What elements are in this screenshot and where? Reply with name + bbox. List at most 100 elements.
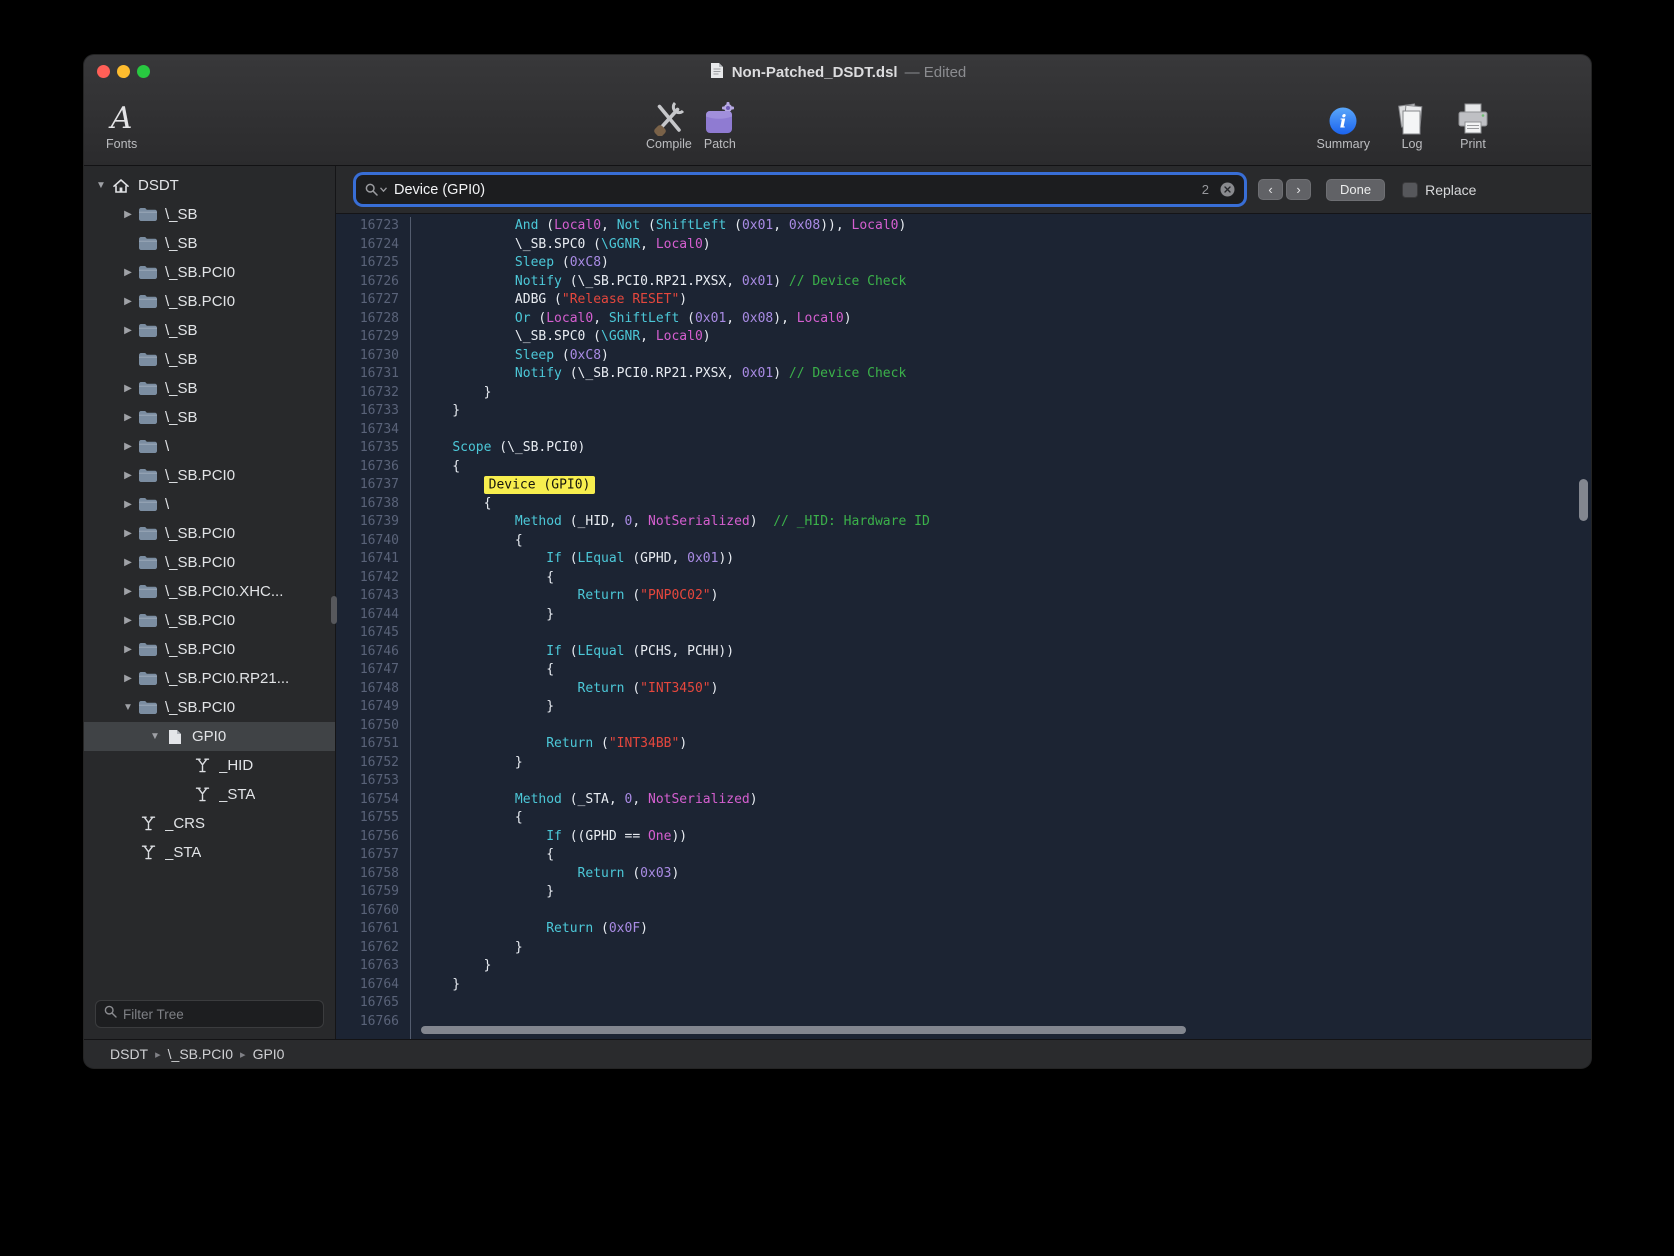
- breadcrumb-item-sbpci0[interactable]: \_SB.PCI0: [168, 1046, 233, 1062]
- tree-item-sbpci0[interactable]: ▶\_SB.PCI0: [84, 461, 335, 490]
- code-token: ),: [773, 311, 796, 326]
- code-token: [421, 866, 578, 881]
- disclosure-closed-icon[interactable]: ▶: [119, 325, 137, 336]
- breadcrumb-item-gpi0[interactable]: GPI0: [253, 1046, 285, 1062]
- tree-item-label: _STA: [165, 844, 201, 861]
- tree-item-sb[interactable]: ▶\_SB: [84, 374, 335, 403]
- disclosure-open-icon[interactable]: ▼: [92, 180, 110, 191]
- titlebar[interactable]: Non-Patched_DSDT.dsl — Edited: [84, 55, 1591, 89]
- tree-item-sb[interactable]: ▶\_SB: [84, 316, 335, 345]
- code-line-16753: [421, 772, 1591, 791]
- clear-search-button[interactable]: [1220, 182, 1235, 197]
- print-button[interactable]: Print: [1454, 96, 1492, 151]
- replace-checkbox[interactable]: [1402, 182, 1418, 198]
- tree-item-sbpci0[interactable]: ▶\_SB.PCI0: [84, 635, 335, 664]
- find-input[interactable]: Device (GPI0) 2: [356, 175, 1244, 204]
- disclosure-closed-icon[interactable]: ▶: [119, 383, 137, 394]
- toolbar-item-label: Compile: [646, 137, 692, 151]
- done-button[interactable]: Done: [1326, 179, 1385, 201]
- tree-item-sb[interactable]: ▶\_SB: [84, 200, 335, 229]
- tree-item-dsdt[interactable]: ▼DSDT: [84, 171, 335, 200]
- tree-item-[interactable]: ▶\: [84, 490, 335, 519]
- code-token: (_STA,: [562, 792, 625, 807]
- code-line-16736: {: [421, 458, 1591, 477]
- line-number: 16740: [336, 532, 399, 551]
- tree-item-sta[interactable]: _STA: [84, 838, 335, 867]
- horizontal-scrollbar-thumb[interactable]: [421, 1026, 1186, 1034]
- tree-item-sbpci0[interactable]: ▼ \_SB.PCI0: [84, 693, 335, 722]
- disclosure-closed-icon[interactable]: ▶: [119, 586, 137, 597]
- tree-item-sbpci0[interactable]: ▶\_SB.PCI0: [84, 287, 335, 316]
- zoom-window-button[interactable]: [137, 65, 150, 78]
- code-token: \_SB.SPC0 (: [421, 237, 601, 252]
- tree-item-sb[interactable]: \_SB: [84, 345, 335, 374]
- disclosure-closed-icon[interactable]: ▶: [119, 615, 137, 626]
- disclosure-closed-icon[interactable]: ▶: [119, 644, 137, 655]
- code-token: (\_SB.PCI0): [491, 440, 585, 455]
- summary-button[interactable]: i Summary: [1317, 96, 1370, 151]
- code-token: 0x08: [742, 311, 773, 326]
- tree-item-crs[interactable]: _CRS: [84, 809, 335, 838]
- tree-item-label: \_SB.PCI0: [165, 699, 235, 716]
- replace-label: Replace: [1425, 182, 1476, 198]
- tree-item-label: \_SB.PCI0: [165, 264, 235, 281]
- disclosure-closed-icon[interactable]: ▶: [119, 528, 137, 539]
- disclosure-closed-icon[interactable]: ▶: [119, 209, 137, 220]
- tree-item-sb[interactable]: ▶\_SB: [84, 403, 335, 432]
- code-editor[interactable]: 1672316724167251672616727167281672916730…: [336, 214, 1591, 1039]
- code-token: (: [625, 588, 641, 603]
- method-icon: [137, 816, 159, 831]
- tree-item-[interactable]: ▶\: [84, 432, 335, 461]
- tree-item-sbpci0[interactable]: ▶ \_SB.PCI0: [84, 258, 335, 287]
- disclosure-closed-icon[interactable]: ▶: [119, 412, 137, 423]
- tree-item-hid[interactable]: _HID: [84, 751, 335, 780]
- code-token: [421, 551, 546, 566]
- disclosure-closed-icon[interactable]: ▶: [119, 470, 137, 481]
- code-token: )): [718, 551, 734, 566]
- disclosure-closed-icon[interactable]: ▶: [119, 296, 137, 307]
- code-content[interactable]: And (Local0, Not (ShiftLeft (0x01, 0x08)…: [411, 217, 1591, 1039]
- tree-item-sbpci0[interactable]: ▶\_SB.PCI0: [84, 548, 335, 577]
- patch-button[interactable]: Patch: [702, 96, 738, 151]
- find-previous-button[interactable]: ‹: [1258, 179, 1283, 200]
- toolbar-item-label: Patch: [704, 137, 736, 151]
- code-line-16756: If ((GPHD == One)): [421, 828, 1591, 847]
- find-next-button[interactable]: ›: [1286, 179, 1311, 200]
- tree-item-sbpci0[interactable]: ▶\_SB.PCI0: [84, 519, 335, 548]
- tree-item-sta[interactable]: _STA: [84, 780, 335, 809]
- tree-item-label: \_SB.PCI0: [165, 612, 235, 629]
- document-proxy-icon[interactable]: [709, 62, 725, 83]
- search-menu-icon[interactable]: [365, 183, 387, 196]
- tree-item-sbpci0xhc[interactable]: ▶\_SB.PCI0.XHC...: [84, 577, 335, 606]
- compile-button[interactable]: Compile: [646, 96, 692, 151]
- code-line-16737: Device (GPI0): [421, 476, 1591, 495]
- code-token: (: [562, 551, 578, 566]
- close-window-button[interactable]: [97, 65, 110, 78]
- disclosure-open-icon[interactable]: ▼: [146, 731, 164, 742]
- vertical-scrollbar-thumb[interactable]: [1579, 479, 1588, 521]
- disclosure-closed-icon[interactable]: ▶: [119, 673, 137, 684]
- disclosure-closed-icon[interactable]: ▶: [119, 441, 137, 452]
- search-icon: [104, 1005, 117, 1023]
- disclosure-open-icon[interactable]: ▼: [119, 702, 137, 713]
- filter-tree-input[interactable]: Filter Tree: [95, 1000, 324, 1028]
- line-number: 16766: [336, 1013, 399, 1032]
- tree-item-sbpci0rp21[interactable]: ▶\_SB.PCI0.RP21...: [84, 664, 335, 693]
- code-token: (: [538, 218, 554, 233]
- disclosure-closed-icon[interactable]: ▶: [119, 499, 137, 510]
- breadcrumb-item-dsdt[interactable]: DSDT: [110, 1046, 148, 1062]
- code-token: Local0: [852, 218, 899, 233]
- fonts-button[interactable]: A Fonts: [106, 96, 137, 151]
- log-button[interactable]: Log: [1392, 96, 1432, 151]
- sidebar-splitter-handle[interactable]: [331, 596, 337, 624]
- code-line-16759: }: [421, 883, 1591, 902]
- minimize-window-button[interactable]: [117, 65, 130, 78]
- disclosure-closed-icon[interactable]: ▶: [119, 557, 137, 568]
- tree-item-gpi0[interactable]: ▼GPI0: [84, 722, 335, 751]
- folder-icon: [137, 613, 159, 628]
- find-bar: Device (GPI0) 2 ‹ › Done Replace: [336, 166, 1591, 214]
- tree-item-sb[interactable]: \_SB: [84, 229, 335, 258]
- tree-item-sbpci0[interactable]: ▶ \_SB.PCI0: [84, 606, 335, 635]
- disclosure-closed-icon[interactable]: ▶: [119, 267, 137, 278]
- line-number: 16727: [336, 291, 399, 310]
